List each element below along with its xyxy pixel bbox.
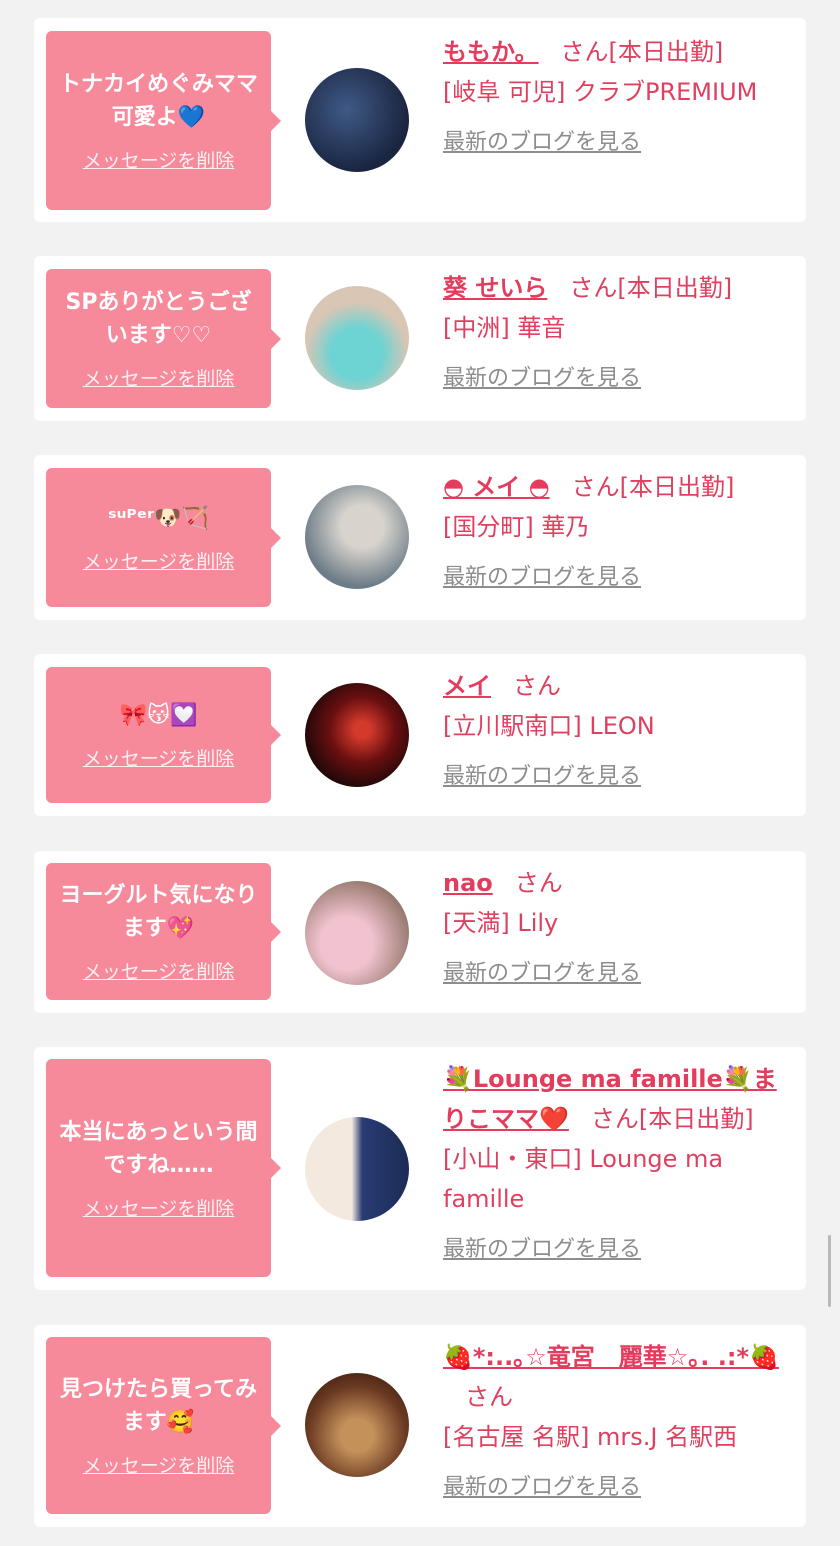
message-card: トナカイめぐみママ可愛よ💙 メッセージを削除 ももか。 さん[本日出勤] [岐阜 …: [34, 18, 806, 222]
view-blog-link[interactable]: 最新のブログを見る: [443, 559, 641, 591]
cast-info: nao さん [天満] Lily 最新のブログを見る: [443, 863, 795, 987]
san-suffix: さん: [569, 274, 618, 302]
san-suffix: さん: [571, 473, 620, 501]
store-info: [岐阜 可児] クラブPREMIUM: [443, 78, 758, 106]
scrollbar[interactable]: [828, 1235, 831, 1307]
on-duty-label: [本日出勤]: [638, 1105, 754, 1133]
message-card: SPありがとうございます♡♡ メッセージを削除 葵 せいら さん[本日出勤] [中…: [34, 256, 806, 421]
delete-message-link[interactable]: メッセージを削除: [83, 744, 235, 771]
message-text: 🎀😽💟: [119, 703, 198, 728]
message-bubble: ヨーグルト気になります💖 メッセージを削除: [46, 863, 281, 1000]
delete-message-link[interactable]: メッセージを削除: [83, 1451, 235, 1478]
view-blog-link[interactable]: 最新のブログを見る: [443, 360, 641, 392]
message-bubble: SPありがとうございます♡♡ メッセージを削除: [46, 269, 281, 408]
message-bubble: トナカイめぐみママ可愛よ💙 メッセージを削除: [46, 31, 281, 210]
avatar[interactable]: [305, 881, 409, 985]
store-info: [天満] Lily: [443, 909, 559, 937]
cast-info: ◓ メイ ◓ さん[本日出勤] [国分町] 華乃 最新のブログを見る: [443, 467, 795, 591]
on-duty-label: [本日出勤]: [619, 473, 735, 501]
san-suffix: さん: [514, 869, 563, 897]
message-text: 本当にあっという間ですね……: [59, 1119, 258, 1178]
store-info: [国分町] 華乃: [443, 513, 590, 541]
san-suffix: さん: [465, 1383, 513, 1411]
message-card: 本当にあっという間ですね…… メッセージを削除 💐Lounge ma famil…: [34, 1047, 806, 1290]
cast-name-link[interactable]: 葵 せいら: [443, 274, 547, 302]
message-card: 見つけたら買ってみます🥰 メッセージを削除 🍓*:..｡☆竜宮 麗華☆｡. .:…: [34, 1325, 806, 1527]
delete-message-link[interactable]: メッセージを削除: [83, 1194, 235, 1221]
avatar[interactable]: [305, 1373, 409, 1477]
message-bubble: 🎀😽💟 メッセージを削除: [46, 667, 281, 803]
store-info: [名古屋 名駅] mrs.J 名駅西: [443, 1423, 738, 1451]
message-text: ˢᵘᴾᵉʳ🐶🏹: [108, 505, 209, 531]
store-info: [立川駅南口] LEON: [443, 712, 655, 740]
delete-message-link[interactable]: メッセージを削除: [83, 957, 235, 984]
view-blog-link[interactable]: 最新のブログを見る: [443, 1469, 641, 1501]
store-info: [小山・東口] Lounge ma famille: [443, 1145, 724, 1213]
cast-name-link[interactable]: ◓ メイ ◓: [443, 473, 550, 501]
on-duty-label: [本日出勤]: [617, 274, 733, 302]
cast-name-link[interactable]: メイ: [443, 672, 491, 700]
san-suffix: さん: [513, 672, 561, 700]
view-blog-link[interactable]: 最新のブログを見る: [443, 758, 641, 790]
delete-message-link[interactable]: メッセージを削除: [83, 547, 235, 574]
delete-message-link[interactable]: メッセージを削除: [83, 146, 235, 173]
message-text: トナカイめぐみママ可愛よ💙: [59, 72, 258, 130]
view-blog-link[interactable]: 最新のブログを見る: [443, 124, 641, 156]
message-bubble: 見つけたら買ってみます🥰 メッセージを削除: [46, 1337, 281, 1514]
cast-info: 🍓*:..｡☆竜宮 麗華☆｡. .:*🍓 さん [名古屋 名駅] mrs.J 名駅…: [443, 1337, 795, 1501]
avatar[interactable]: [305, 68, 409, 172]
avatar[interactable]: [305, 485, 409, 589]
message-bubble: 本当にあっという間ですね…… メッセージを削除: [46, 1059, 281, 1277]
san-suffix: さん: [590, 1105, 639, 1133]
view-blog-link[interactable]: 最新のブログを見る: [443, 1231, 641, 1263]
on-duty-label: [本日出勤]: [608, 38, 724, 66]
avatar[interactable]: [305, 286, 409, 390]
message-text: 見つけたら買ってみます🥰: [60, 1377, 257, 1435]
cast-name-link[interactable]: 🍓*:..｡☆竜宮 麗華☆｡. .:*🍓: [443, 1343, 779, 1371]
avatar[interactable]: [305, 683, 409, 787]
message-card: 🎀😽💟 メッセージを削除 メイ さん [立川駅南口] LEON 最新のブログを見る: [34, 654, 806, 816]
message-card: ヨーグルト気になります💖 メッセージを削除 nao さん [天満] Lily 最新…: [34, 851, 806, 1013]
cast-info: ももか。 さん[本日出勤] [岐阜 可児] クラブPREMIUM 最新のブログを見…: [443, 32, 795, 156]
delete-message-link[interactable]: メッセージを削除: [83, 364, 235, 391]
message-bubble: ˢᵘᴾᵉʳ🐶🏹 メッセージを削除: [46, 468, 281, 607]
cast-info: 葵 せいら さん[本日出勤] [中洲] 華音 最新のブログを見る: [443, 268, 795, 392]
message-text: ヨーグルト気になります💖: [59, 883, 258, 941]
view-blog-link[interactable]: 最新のブログを見る: [443, 955, 641, 987]
cast-info: 💐Lounge ma famille💐まりこママ❤️ さん[本日出勤] [小山・東…: [443, 1059, 795, 1263]
message-text: SPありがとうございます♡♡: [65, 290, 252, 348]
cast-info: メイ さん [立川駅南口] LEON 最新のブログを見る: [443, 666, 795, 790]
cast-name-link[interactable]: nao: [443, 869, 493, 897]
message-card: ˢᵘᴾᵉʳ🐶🏹 メッセージを削除 ◓ メイ ◓ さん[本日出勤] [国分町] 華乃…: [34, 455, 806, 620]
san-suffix: さん: [560, 38, 609, 66]
cast-name-link[interactable]: ももか。: [443, 38, 539, 66]
avatar[interactable]: [305, 1117, 409, 1221]
store-info: [中洲] 華音: [443, 314, 566, 342]
